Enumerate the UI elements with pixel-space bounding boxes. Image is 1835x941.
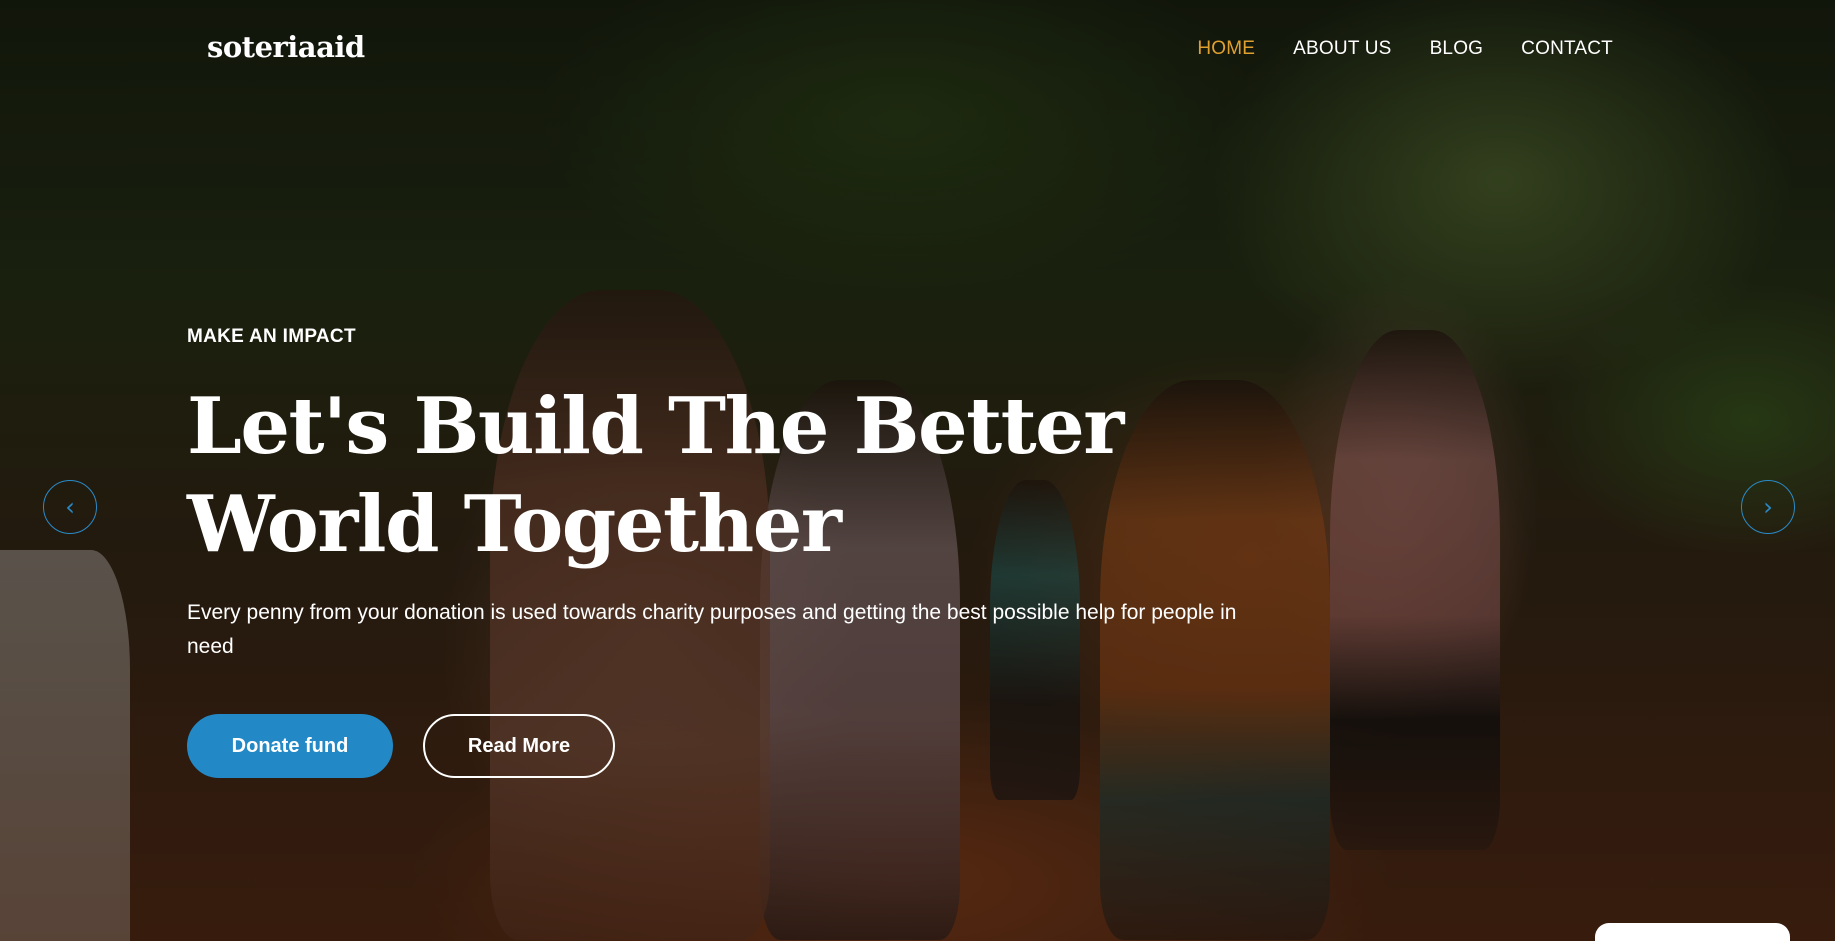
brand-logo[interactable]: soteriaaid bbox=[207, 30, 365, 64]
main-nav: HOME ABOUT US BLOG CONTACT bbox=[1197, 38, 1613, 60]
hero-section: soteriaaid HOME ABOUT US BLOG CONTACT ‹ … bbox=[0, 0, 1835, 941]
navbar: soteriaaid HOME ABOUT US BLOG CONTACT bbox=[0, 0, 1835, 100]
read-more-button[interactable]: Read More bbox=[423, 714, 615, 778]
hero-content: MAKE AN IMPACT Let's Build The Better Wo… bbox=[187, 326, 1287, 778]
headline-line-1: Let's Build The Better bbox=[187, 381, 1124, 472]
hero-headline: Let's Build The Better World Together bbox=[187, 378, 1287, 574]
nav-item-blog[interactable]: BLOG bbox=[1430, 38, 1484, 60]
nav-item-contact[interactable]: CONTACT bbox=[1521, 38, 1613, 60]
nav-item-home[interactable]: HOME bbox=[1197, 38, 1255, 60]
chevron-right-icon: › bbox=[1763, 493, 1773, 521]
headline-line-2: World Together bbox=[187, 479, 842, 570]
carousel-prev-button[interactable]: ‹ bbox=[43, 480, 97, 534]
chevron-left-icon: ‹ bbox=[65, 493, 75, 521]
hero-eyebrow: MAKE AN IMPACT bbox=[187, 326, 356, 347]
donate-fund-button[interactable]: Donate fund bbox=[187, 714, 393, 778]
nav-item-about-us[interactable]: ABOUT US bbox=[1293, 38, 1391, 60]
hero-subtext: Every penny from your donation is used t… bbox=[187, 601, 1237, 658]
carousel-next-button[interactable]: › bbox=[1741, 480, 1795, 534]
corner-widget[interactable] bbox=[1595, 923, 1790, 941]
hero-buttons: Donate fund Read More bbox=[187, 714, 1287, 778]
